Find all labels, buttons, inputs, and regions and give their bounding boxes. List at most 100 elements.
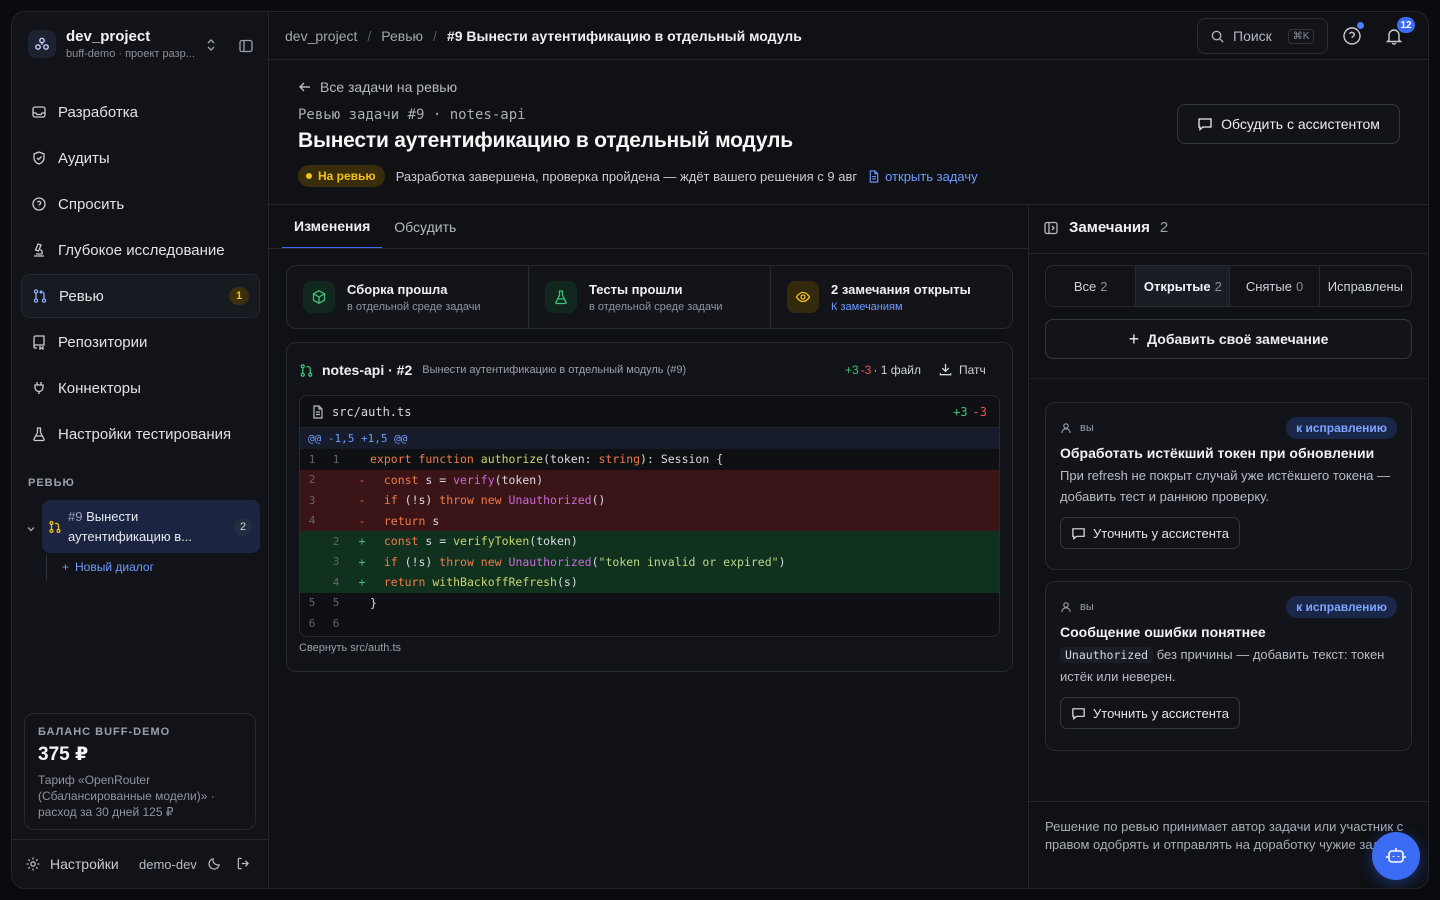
file-icon xyxy=(313,404,323,419)
logout-icon[interactable] xyxy=(236,856,251,874)
code-line-added: 4 + return withBackoffRefresh(s) xyxy=(300,572,999,593)
balance-description: Тариф «OpenRouter (Сбалансированные моде… xyxy=(38,773,215,819)
chat-icon xyxy=(1198,118,1212,131)
ask-assistant-button[interactable]: Уточнить у ассистента xyxy=(1060,697,1240,729)
chat-icon xyxy=(1072,707,1085,720)
help-icon[interactable] xyxy=(1342,26,1362,49)
notes-header: Замечания 2 xyxy=(1043,219,1168,236)
status-text: Разработка завершена, проверка пройдена … xyxy=(395,168,858,184)
help-indicator-dot xyxy=(1357,22,1364,29)
review-task-item[interactable]: #9 Вынести аутентификацию в... 2 xyxy=(42,500,260,553)
open-task-link[interactable]: открыть задачу xyxy=(868,169,978,184)
check-notes: 2 замечания открыты К замечаниям xyxy=(771,266,1012,328)
filter-count: 2 xyxy=(1100,278,1108,294)
note-card: вы к исправлению Обработать истёкший ток… xyxy=(1045,402,1412,570)
topbar: dev_project / Ревью / #9 Вынести аутенти… xyxy=(269,12,1428,60)
sidebar: dev_project buff-demo · проект разр... Р… xyxy=(12,12,269,888)
sidebar-collapse-icon[interactable] xyxy=(238,38,254,57)
divider xyxy=(1029,253,1428,254)
back-link[interactable]: Все задачи на ревью xyxy=(298,79,457,95)
add-note-label: Добавить своё замечание xyxy=(1147,331,1329,347)
file-lines-removed: -3 xyxy=(972,405,987,419)
discuss-with-assistant-button[interactable]: Обсудить с ассистентом xyxy=(1177,104,1400,144)
ask-assistant-label: Уточнить у ассистента xyxy=(1093,525,1229,541)
notification-count-badge: 12 xyxy=(1397,17,1415,33)
breadcrumb: dev_project / Ревью / #9 Вынести аутенти… xyxy=(285,28,802,44)
project-switcher[interactable]: dev_project buff-demo · проект разр... xyxy=(28,28,195,60)
file-header[interactable]: src/auth.ts +3 -3 xyxy=(300,396,999,428)
status-row: На ревью Разработка завершена, проверка … xyxy=(298,165,978,187)
check-title: 2 замечания открыты xyxy=(831,281,971,297)
check-title: Тесты прошли xyxy=(589,281,683,297)
balance-value: 375 ₽ xyxy=(38,744,89,765)
file-path: src/auth.ts xyxy=(332,404,412,419)
nav-item-connectors[interactable]: Коннекторы xyxy=(21,366,260,410)
microscope-icon xyxy=(34,243,44,257)
notes-count: 2 xyxy=(1159,219,1169,236)
add-note-button[interactable]: + Добавить своё замечание xyxy=(1045,319,1412,359)
note-status-badge: к исправлению xyxy=(1286,417,1397,439)
nav-item-review[interactable]: Ревью 1 xyxy=(21,274,260,318)
code-line-removed: 2- const s = verify(token) xyxy=(300,469,999,490)
nav-item-deep-research[interactable]: Глубокое исследование xyxy=(21,228,260,272)
new-dialog-link[interactable]: + Новый диалог xyxy=(62,560,154,574)
tree-connector xyxy=(46,555,47,580)
search-icon xyxy=(1211,30,1224,43)
note-author: вы xyxy=(1080,422,1094,434)
shield-icon xyxy=(33,151,45,165)
plug-icon xyxy=(34,382,44,394)
code-line-removed: 4- return s xyxy=(300,510,999,531)
code-line-added: 3 + if (!s) throw new Unauthorized("token… xyxy=(300,551,999,572)
nav-label: Коннекторы xyxy=(58,379,141,397)
nav-item-test-settings[interactable]: Настройки тестирования xyxy=(21,412,260,456)
chevron-down-icon[interactable] xyxy=(26,521,36,537)
git-pull-request-icon xyxy=(300,363,313,377)
breadcrumb-section[interactable]: Ревью xyxy=(381,28,423,44)
assistant-fab-button[interactable] xyxy=(1372,832,1420,880)
filter-open[interactable]: Открытые 2 xyxy=(1136,266,1231,306)
repository-icon xyxy=(33,335,45,350)
filter-fixed[interactable]: Исправлены xyxy=(1320,266,1411,306)
filter-label: Открытые xyxy=(1143,278,1211,294)
collapse-file-link[interactable]: Свернуть src/auth.ts xyxy=(299,642,401,654)
filter-label: Все xyxy=(1073,278,1097,294)
discuss-label: Обсудить с ассистентом xyxy=(1221,116,1380,132)
git-pull-request-icon xyxy=(33,289,47,303)
filter-label: Снятые xyxy=(1245,278,1292,294)
files-count: · 1 файл xyxy=(873,363,921,377)
note-code: Unauthorized xyxy=(1060,647,1154,663)
patch-button[interactable]: Патч xyxy=(938,362,986,377)
search-button[interactable]: Поиск ⌘K xyxy=(1197,18,1328,54)
lines-added: +3 xyxy=(845,363,859,377)
filter-all[interactable]: Все 2 xyxy=(1046,266,1137,306)
review-decision-note: Решение по ревью принимает автор задачи … xyxy=(1029,801,1428,888)
checks-bar: Сборка прошла в отдельной среде задачи Т… xyxy=(286,265,1013,329)
nav-item-development[interactable]: Разработка xyxy=(21,90,260,134)
divider xyxy=(269,248,1029,249)
code-line: 55 } xyxy=(308,595,377,610)
nav-item-repositories[interactable]: Репозитории xyxy=(21,320,260,364)
plus-icon: + xyxy=(62,560,70,574)
settings-label: Настройки xyxy=(50,856,119,872)
check-title: Сборка прошла xyxy=(347,281,448,297)
review-task-text: Вынести аутентификацию в... xyxy=(68,508,192,544)
note-card: вы к исправлению Сообщение ошибки понятн… xyxy=(1045,581,1412,751)
code-line-added: 2 + const s = verifyToken(token) xyxy=(300,531,999,552)
chevron-up-down-icon[interactable] xyxy=(205,38,217,55)
moon-icon[interactable] xyxy=(207,856,222,874)
settings-button[interactable]: Настройки xyxy=(25,856,119,872)
filter-count: 2 xyxy=(1214,278,1222,294)
eye-icon xyxy=(787,281,819,313)
tab-changes[interactable]: Изменения xyxy=(282,205,383,249)
lines-removed: -3 xyxy=(860,363,872,377)
nav-label: Глубокое исследование xyxy=(58,241,225,259)
breadcrumb-project[interactable]: dev_project xyxy=(285,28,357,44)
filter-dismissed[interactable]: Снятые 0 xyxy=(1230,266,1320,306)
nav-item-audits[interactable]: Аудиты xyxy=(21,136,260,180)
to-notes-link[interactable]: К замечаниям xyxy=(831,301,971,313)
tab-discuss[interactable]: Обсудить xyxy=(382,205,468,249)
ask-assistant-button[interactable]: Уточнить у ассистента xyxy=(1060,517,1240,549)
panel-toggle-icon[interactable] xyxy=(1043,220,1059,236)
nav-item-ask[interactable]: Спросить xyxy=(21,182,260,226)
code-line: 11 export function authorize(token: stri… xyxy=(308,452,724,467)
